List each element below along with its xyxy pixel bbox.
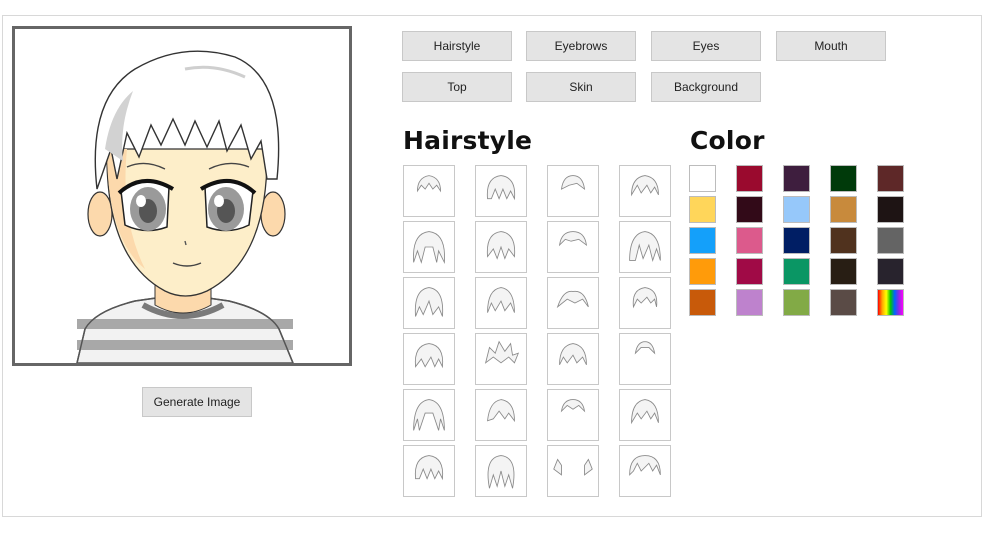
hairstyle-option-5[interactable] [403,221,455,273]
color-swatch[interactable] [830,289,857,316]
hairstyle-option-3[interactable] [547,165,599,217]
hairstyle-option-6[interactable] [475,221,527,273]
color-swatch[interactable] [830,165,857,192]
tab-background[interactable]: Background [651,72,761,102]
hairstyle-thumbnail-icon [629,231,661,263]
color-swatch[interactable] [736,196,763,223]
hairstyle-option-4[interactable] [619,165,671,217]
hairstyle-thumbnail-icon [484,340,520,364]
tab-eyebrows[interactable]: Eyebrows [526,31,636,61]
color-swatch[interactable] [783,289,810,316]
hairstyle-thumbnail-icon [560,175,586,191]
hairstyle-option-11[interactable] [547,277,599,329]
tab-eyes[interactable]: Eyes [651,31,761,61]
color-swatch[interactable] [877,196,904,223]
avatar-preview [12,26,352,366]
hairstyle-option-17[interactable] [403,389,455,441]
tab-top[interactable]: Top [402,72,512,102]
color-swatch[interactable] [736,258,763,285]
hairstyle-thumbnail-icon [634,341,656,355]
hairstyle-option-24[interactable] [619,445,671,497]
tab-hairstyle[interactable]: Hairstyle [402,31,512,61]
hairstyle-thumbnail-icon [556,290,589,309]
tab-skin[interactable]: Skin [526,72,636,102]
hairstyle-thumbnail-icon [486,175,516,201]
hairstyle-option-19[interactable] [547,389,599,441]
hairstyle-thumbnail-icon [560,399,586,413]
color-swatch[interactable] [689,289,716,316]
hairstyle-thumbnail-icon [414,455,444,481]
hairstyle-thumbnail-icon [487,399,515,423]
hairstyle-option-8[interactable] [619,221,671,273]
hairstyle-option-22[interactable] [475,445,527,497]
hairstyle-thumbnail-icon [558,231,588,247]
hairstyle-option-10[interactable] [475,277,527,329]
hairstyle-thumbnail-icon [414,343,444,369]
color-heading: Color [690,126,765,155]
hairstyle-option-13[interactable] [403,333,455,385]
hairstyle-option-16[interactable] [619,333,671,385]
hairstyle-thumbnail-icon [486,231,516,260]
hairstyle-option-1[interactable] [403,165,455,217]
hairstyle-option-2[interactable] [475,165,527,217]
hairstyle-thumbnail-icon [559,343,587,365]
color-swatch[interactable] [877,258,904,285]
hairstyle-thumbnail-icon [631,175,659,197]
hairstyle-option-9[interactable] [403,277,455,329]
tab-mouth[interactable]: Mouth [776,31,886,61]
avatar-image [76,50,294,363]
color-swatch[interactable] [830,258,857,285]
hairstyle-option-21[interactable] [403,445,455,497]
color-swatch[interactable] [830,227,857,254]
hairstyle-option-20[interactable] [619,389,671,441]
hairstyle-thumbnail-icon [487,287,515,313]
color-swatch[interactable] [689,258,716,285]
color-swatch[interactable] [783,196,810,223]
color-swatch[interactable] [877,165,904,192]
color-swatch[interactable] [736,165,763,192]
color-swatch-rainbow[interactable] [877,289,904,316]
color-swatch[interactable] [736,289,763,316]
generate-image-button[interactable]: Generate Image [142,387,252,417]
hairstyle-thumbnail-icon [487,455,515,489]
hairstyle-option-18[interactable] [475,389,527,441]
hairstyle-option-7[interactable] [547,221,599,273]
hairstyle-thumbnail-icon [629,455,661,476]
color-swatch[interactable] [877,227,904,254]
hairstyle-option-15[interactable] [547,333,599,385]
hairstyle-option-14[interactable] [475,333,527,385]
hairstyle-thumbnail-icon [413,399,445,431]
hairstyle-thumbnail-icon [632,287,658,309]
color-swatch[interactable] [689,196,716,223]
hairstyle-thumbnail-icon [413,231,445,265]
color-swatch[interactable] [783,227,810,254]
color-swatch[interactable] [830,196,857,223]
hairstyle-option-12[interactable] [619,277,671,329]
hairstyle-thumbnail-icon [417,175,441,193]
color-swatch[interactable] [783,165,810,192]
hairstyle-option-23[interactable] [547,445,599,497]
hairstyle-thumbnail-icon [553,458,593,476]
hairstyle-thumbnail-icon [631,399,659,425]
color-swatch[interactable] [689,165,716,192]
hairstyle-heading: Hairstyle [403,126,533,155]
color-swatch[interactable] [783,258,810,285]
color-swatch[interactable] [736,227,763,254]
color-swatch[interactable] [689,227,716,254]
hairstyle-thumbnail-icon [414,287,444,317]
